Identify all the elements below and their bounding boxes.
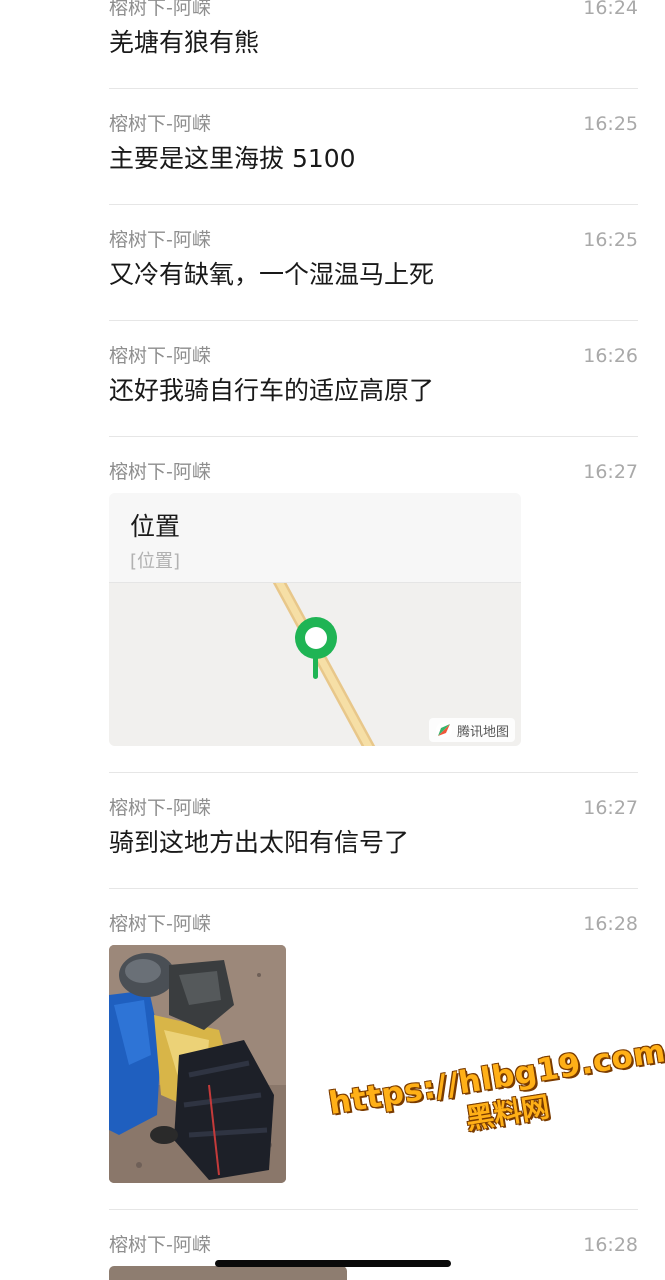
- sender-name[interactable]: 榕树下-阿嵘: [109, 1233, 211, 1257]
- location-header: 位置 [位置]: [109, 493, 521, 583]
- divider: [109, 1209, 638, 1210]
- message-time: 16:25: [583, 229, 638, 251]
- message-time: 16:26: [583, 345, 638, 367]
- message-text[interactable]: 又冷有缺氧，一个湿温马上死: [109, 258, 434, 292]
- watermark: https://hlbg19.com 黑料网: [326, 1033, 665, 1158]
- divider: [109, 204, 638, 205]
- divider: [109, 88, 638, 89]
- sender-name[interactable]: 榕树下-阿嵘: [109, 796, 211, 820]
- sender-name[interactable]: 榕树下-阿嵘: [109, 0, 211, 20]
- message-time: 16:28: [583, 913, 638, 935]
- message-time: 16:27: [583, 461, 638, 483]
- divider: [109, 772, 638, 773]
- sender-name[interactable]: 榕树下-阿嵘: [109, 228, 211, 252]
- message-time: 16:28: [583, 1234, 638, 1256]
- location-title: 位置: [130, 512, 181, 541]
- divider: [109, 320, 638, 321]
- location-map[interactable]: 腾讯地图: [109, 575, 521, 746]
- message-text[interactable]: 还好我骑自行车的适应高原了: [109, 374, 434, 408]
- message-text[interactable]: 骑到这地方出太阳有信号了: [109, 826, 409, 860]
- message-text[interactable]: 羌塘有狼有熊: [109, 26, 259, 60]
- map-provider-label: 腾讯地图: [456, 724, 509, 740]
- message-text[interactable]: 主要是这里海拔 5100: [109, 142, 356, 176]
- sender-name[interactable]: 榕树下-阿嵘: [109, 112, 211, 136]
- message-time: 16:24: [583, 0, 638, 19]
- tencent-map-icon: [435, 722, 452, 738]
- message-time: 16:25: [583, 113, 638, 135]
- sender-name[interactable]: 榕树下-阿嵘: [109, 912, 211, 936]
- message-photo[interactable]: [109, 945, 286, 1183]
- sender-name[interactable]: 榕树下-阿嵘: [109, 460, 211, 484]
- photo-content: [109, 945, 286, 1183]
- divider: [109, 888, 638, 889]
- map-provider-badge: 腾讯地图: [428, 718, 515, 742]
- sender-name[interactable]: 榕树下-阿嵘: [109, 344, 211, 368]
- divider: [109, 436, 638, 437]
- map-pin-icon: [295, 617, 337, 679]
- home-indicator[interactable]: [215, 1260, 451, 1267]
- message-time: 16:27: [583, 797, 638, 819]
- location-subtitle: [位置]: [130, 551, 181, 572]
- message-photo[interactable]: [109, 1266, 347, 1280]
- location-card[interactable]: 位置 [位置] 腾讯地图: [109, 493, 521, 746]
